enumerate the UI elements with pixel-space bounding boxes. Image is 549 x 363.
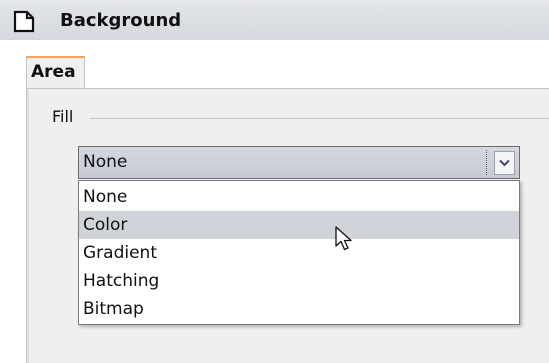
option-none[interactable]: None <box>79 183 519 211</box>
option-color[interactable]: Color <box>79 211 519 239</box>
dialog-title: Background <box>60 10 182 31</box>
page-icon <box>13 10 35 33</box>
option-hatching[interactable]: Hatching <box>79 267 519 295</box>
select-separator <box>486 150 487 175</box>
arrow-cursor-icon <box>335 226 352 251</box>
dialog-title-bar: Background <box>0 0 549 40</box>
tab-active-indicator <box>27 56 84 58</box>
tab-area-label: Area <box>31 62 76 82</box>
dropdown-button[interactable] <box>494 151 515 175</box>
fill-section-divider <box>90 118 549 119</box>
fill-type-select[interactable]: None <box>78 146 520 179</box>
option-gradient[interactable]: Gradient <box>79 239 519 267</box>
option-bitmap[interactable]: Bitmap <box>79 295 519 323</box>
tab-area[interactable]: Area <box>26 56 85 89</box>
fill-type-dropdown-list: None Color Gradient Hatching Bitmap <box>78 180 520 325</box>
fill-section-label: Fill <box>52 107 74 126</box>
chevron-down-icon <box>499 159 510 167</box>
fill-type-selected-value: None <box>83 152 128 172</box>
